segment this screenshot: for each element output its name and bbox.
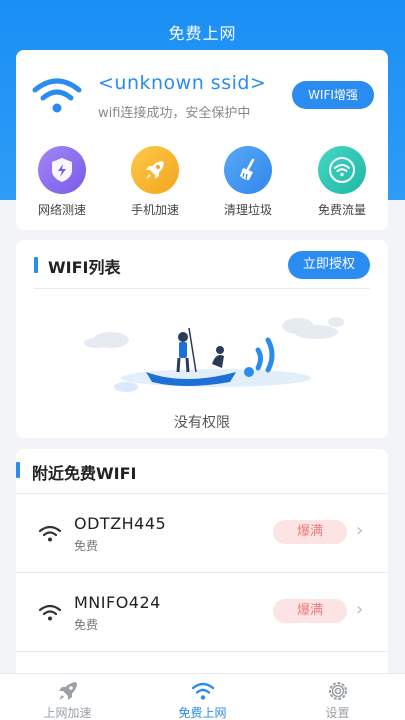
rocket-icon: [58, 682, 77, 700]
nav-label: 设置: [325, 706, 350, 720]
wifi-list-title: WIFI列表: [48, 258, 121, 277]
nav-item-settings[interactable]: 设置: [270, 674, 405, 720]
bottom-nav: 上网加速 免费上网 设置: [0, 673, 405, 720]
tool-clean-junk-label: 清理垃圾: [223, 203, 272, 217]
gear-icon: [328, 682, 347, 700]
nav-label: 上网加速: [43, 706, 92, 720]
wifi-list-card: WIFI列表 立即授权 没有权限: [16, 240, 388, 438]
network-subtitle: 免费: [74, 618, 99, 632]
network-name: MNIFO424: [74, 593, 161, 612]
nav-item-speed-up[interactable]: 上网加速: [0, 674, 135, 720]
tool-free-data-label: 免费流量: [317, 203, 366, 217]
ssid-label: <unknown ssid>: [98, 72, 267, 94]
status-badge: 爆满: [273, 520, 347, 544]
tool-grid: 网络测速 手机加速 清理垃圾 免费流量: [16, 146, 388, 218]
wifi-boost-button[interactable]: WIFI增强: [292, 81, 374, 109]
tool-free-data[interactable]: 免费流量: [297, 146, 387, 218]
connection-status-card: <unknown ssid> wifi连接成功，安全保护中 WIFI增强 网络测…: [16, 50, 388, 230]
empty-state-text: 没有权限: [174, 415, 230, 431]
network-subtitle: 免费: [74, 539, 99, 553]
wifi-icon: [318, 146, 366, 194]
rocket-icon: [131, 146, 179, 194]
tool-phone-boost[interactable]: 手机加速: [110, 146, 200, 218]
network-name: ODTZH445: [74, 514, 167, 533]
authorize-button[interactable]: 立即授权: [288, 251, 370, 279]
section-accent-bar: [34, 257, 38, 273]
shield-bolt-icon: [38, 146, 86, 194]
nearby-wifi-title: 附近免费WIFI: [32, 464, 137, 483]
wifi-icon: [191, 682, 214, 700]
status-badge: 爆满: [273, 599, 347, 623]
list-item[interactable]: ODTZH445 免费 爆满 ›: [16, 494, 388, 572]
nav-label: 免费上网: [178, 706, 227, 720]
chevron-right-icon: ›: [356, 520, 364, 541]
nearby-wifi-card: 附近免费WIFI ODTZH445 免费 爆满 › MNIFO424 免费 爆满…: [16, 449, 388, 689]
broom-icon: [224, 146, 272, 194]
connection-status-text: wifi连接成功，安全保护中: [98, 106, 251, 121]
tool-speed-test[interactable]: 网络测速: [17, 146, 107, 218]
chevron-right-icon: ›: [356, 599, 364, 620]
tool-clean-junk[interactable]: 清理垃圾: [203, 146, 293, 218]
page-title: 免费上网: [168, 24, 237, 43]
nav-item-free-internet[interactable]: 免费上网: [135, 674, 270, 720]
tool-speed-test-label: 网络测速: [37, 203, 86, 217]
divider: [16, 651, 388, 652]
list-item[interactable]: MNIFO424 免费 爆满 ›: [16, 573, 388, 651]
empty-state-illustration: [84, 317, 344, 392]
wifi-connected-icon: [32, 78, 82, 113]
divider: [34, 288, 370, 289]
section-accent-bar: [16, 462, 20, 478]
wifi-signal-icon: [38, 525, 62, 542]
wifi-signal-icon: [38, 604, 62, 621]
tool-phone-boost-label: 手机加速: [130, 203, 179, 217]
